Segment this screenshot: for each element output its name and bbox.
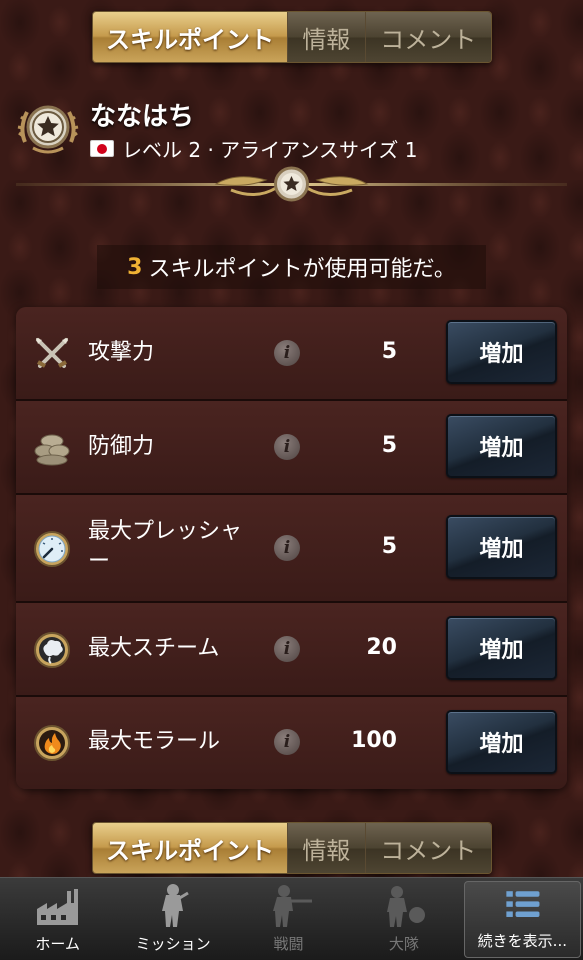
skill-row-attack: 攻撃力 i 5 増加 [16,307,567,401]
steam-icon [34,632,70,668]
pressure-gauge-icon [34,531,70,567]
fire-icon [34,725,70,761]
soldier-icon [162,884,189,927]
skill-row-max-steam: 最大スチーム i 20 増加 [16,603,567,697]
skill-list: 攻撃力 i 5 増加 防御力 i 5 増加 最大プレッシャー i 5 増加 最大… [16,307,567,789]
sandbags-icon [34,434,70,466]
skill-row-max-pressure: 最大プレッシャー i 5 増加 [16,495,567,603]
nav-battle-label: 戦闘 [273,935,304,953]
info-icon[interactable]: i [274,636,300,662]
nav-missions-label: ミッション [135,935,211,953]
tab-info[interactable]: 情報 [288,823,366,873]
nav-missions[interactable]: ミッション [115,878,230,960]
info-icon[interactable]: i [274,434,300,460]
player-name: ななはち [90,102,195,132]
available-points-banner: 3 スキルポイントが使用可能だ。 [97,245,486,289]
skill-value: 5 [381,339,397,364]
nav-battalion-label: 大隊 [388,935,419,953]
tab-skill-points[interactable]: スキルポイント [93,12,289,62]
info-icon[interactable]: i [274,535,300,561]
player-level-alliance: レベル 2 · アライアンスサイズ 1 [122,138,418,162]
tab-comments[interactable]: コメント [365,823,491,873]
nav-battle[interactable]: 戦闘 [231,878,346,960]
tab-comments[interactable]: コメント [365,12,491,62]
skill-value: 20 [366,635,397,660]
factory-icon [36,889,78,925]
nav-more[interactable]: 続きを表示... [463,881,582,958]
rifleman-icon [272,885,312,927]
increase-max-steam-button[interactable]: 増加 [446,616,557,680]
skill-name: 攻撃力 [88,340,155,365]
increase-attack-button[interactable]: 増加 [446,320,557,384]
nav-battalion[interactable]: 大隊 [346,878,461,960]
crossed-swords-icon [36,338,68,368]
increase-max-pressure-button[interactable]: 増加 [446,515,557,579]
nav-home[interactable]: ホーム [0,878,115,960]
tab-skill-points[interactable]: スキルポイント [93,823,289,873]
star-rank-badge-icon [17,105,79,154]
skill-name: 最大プレッシャー [88,519,243,574]
skill-row-defense: 防御力 i 5 増加 [16,401,567,495]
available-points-count: 3 [127,254,143,280]
skill-row-max-morale: 最大モラール i 100 増加 [16,697,567,789]
info-icon[interactable]: i [274,729,300,755]
info-icon[interactable]: i [274,340,300,366]
bottom-tab-bar: スキルポイント 情報 コメント [92,822,492,874]
ornamental-divider [16,166,567,202]
available-points-text: スキルポイントが使用可能だ。 [148,257,456,282]
nav-home-label: ホーム [35,935,80,953]
skill-name: 最大モラール [88,729,221,754]
nav-more-label: 続きを表示... [477,932,567,950]
squad-icon [386,886,425,927]
list-menu-icon [506,891,540,917]
player-subtitle-row: レベル 2 · アライアンスサイズ 1 [90,134,417,163]
bottom-navigation: ホーム ミッション 戦闘 大隊 続きを表示... [0,877,583,960]
skill-value: 5 [381,433,397,458]
increase-defense-button[interactable]: 増加 [446,414,557,478]
tab-info[interactable]: 情報 [288,12,366,62]
increase-max-morale-button[interactable]: 増加 [446,710,557,774]
skill-value: 5 [381,534,397,559]
skill-name: 最大スチーム [88,636,220,661]
top-tab-bar: スキルポイント 情報 コメント [92,11,492,63]
skill-name: 防御力 [88,434,155,459]
skill-value: 100 [351,728,397,753]
japan-flag-icon [90,140,114,157]
